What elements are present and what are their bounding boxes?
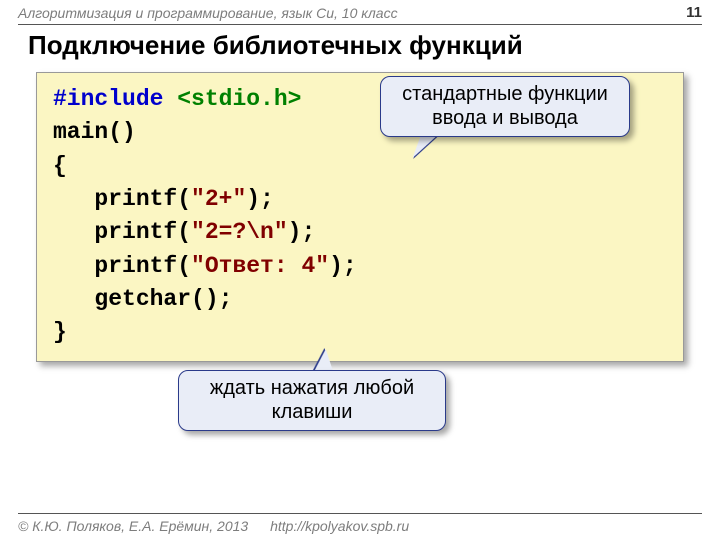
header-bar: Алгоритмизация и программирование, язык … <box>0 0 720 24</box>
include-header: <stdio.h> <box>177 86 301 112</box>
brace-open: { <box>53 153 67 179</box>
code-line: printf( <box>53 186 191 212</box>
code-line-end: ); <box>329 253 357 279</box>
code-line-end: ); <box>288 219 316 245</box>
course-label: Алгоритмизация и программирование, язык … <box>18 5 398 21</box>
footer-url: http://kpolyakov.spb.ru <box>270 518 409 534</box>
callout-stdio: стандартные функцииввода и вывода <box>380 76 630 137</box>
string-literal: "Ответ: 4" <box>191 253 329 279</box>
brace-close: } <box>53 319 67 345</box>
footer: © К.Ю. Поляков, Е.А. Ерёмин, 2013 http:/… <box>18 513 702 534</box>
page-number: 11 <box>686 4 702 21</box>
main-signature: main() <box>53 119 136 145</box>
code-line: printf( <box>53 253 191 279</box>
string-literal: "2=?\n" <box>191 219 288 245</box>
copyright: © К.Ю. Поляков, Е.А. Ерёмин, 2013 <box>18 518 248 534</box>
string-literal: "2+" <box>191 186 246 212</box>
code-line: printf( <box>53 219 191 245</box>
header-divider <box>18 24 702 25</box>
callout-getchar: ждать нажатия любойклавиши <box>178 370 446 431</box>
slide-title: Подключение библиотечных функций <box>28 30 523 61</box>
code-line: getchar(); <box>53 286 232 312</box>
code-line-end: ); <box>246 186 274 212</box>
include-keyword: #include <box>53 86 177 112</box>
